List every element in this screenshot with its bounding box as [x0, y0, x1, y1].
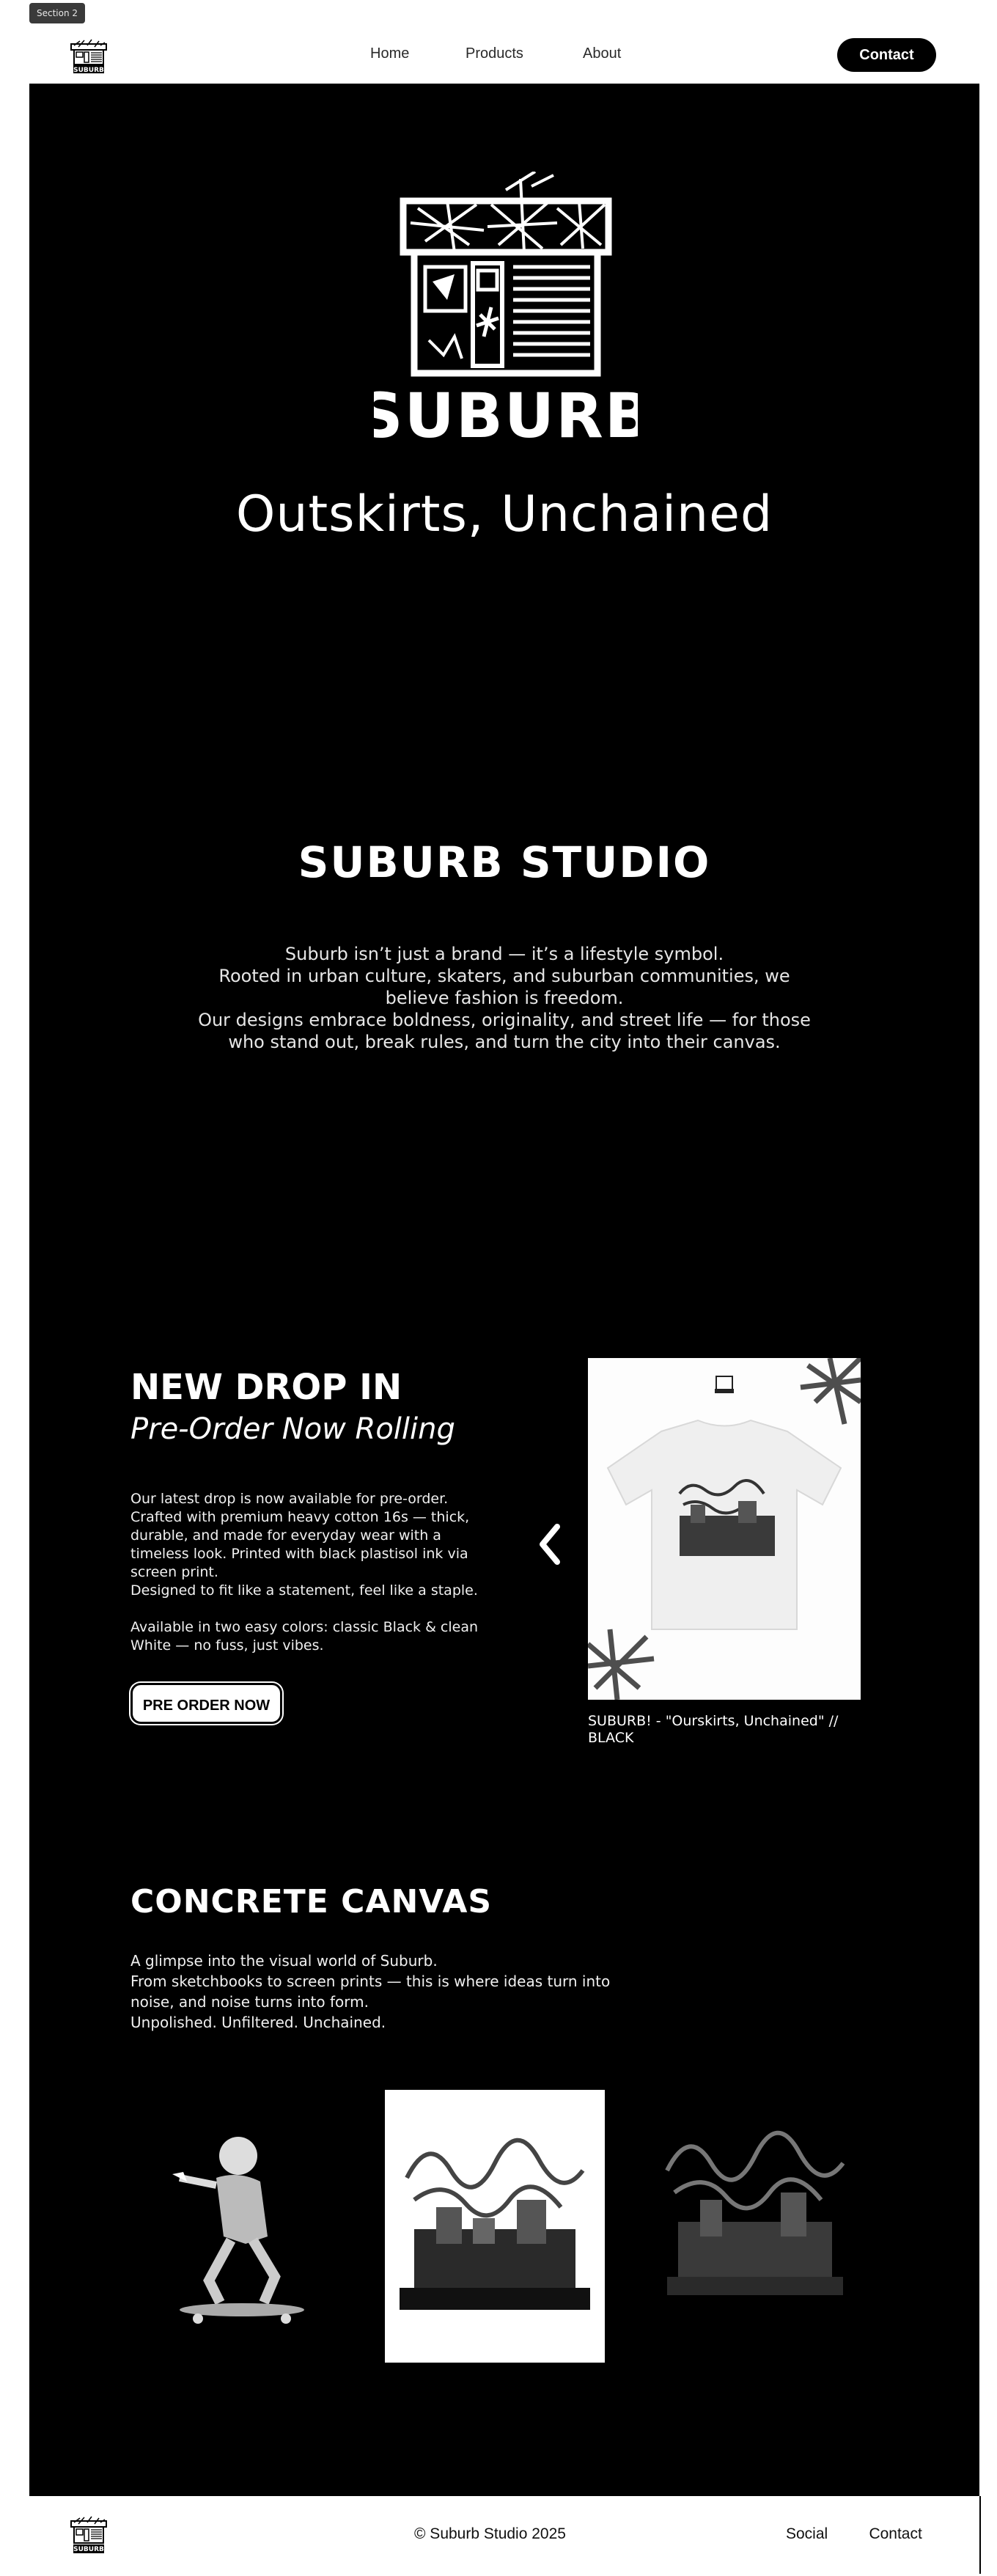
chevron-left-icon[interactable] [535, 1521, 564, 1568]
footer-logo[interactable]: SUBURB [70, 2515, 108, 2555]
hero-tagline: Outskirts, Unchained [235, 485, 773, 543]
drop-description: Our latest drop is now available for pre… [130, 1490, 490, 1655]
svg-text:SUBURB: SUBURB [73, 67, 104, 74]
drop-line: durable, and made for everyday wear with… [130, 1527, 441, 1544]
gallery-image-print-dark[interactable] [645, 2090, 865, 2363]
drop-line: Our latest drop is now available for pre… [130, 1491, 449, 1507]
hero-logo: SUBURB [358, 170, 652, 465]
hero-logo-text: SUBURB [374, 380, 638, 452]
svg-text:SUBURB: SUBURB [73, 2546, 104, 2553]
drop-line: Designed to fit like a statement, feel l… [130, 1582, 478, 1599]
studio-line: who stand out, break rules, and turn the… [228, 1032, 781, 1052]
studio-line: Our designs embrace boldness, originalit… [198, 1010, 811, 1030]
drop-title: NEW DROP IN [130, 1367, 402, 1408]
main-content: SUBURB Outskirts, Unchained SUBURB STUDI… [29, 84, 979, 2496]
nav-links: Home Products About [370, 45, 621, 62]
copyright-text: © Suburb Studio 2025 [414, 2525, 566, 2542]
studio-description: Suburb isn’t just a brand — it’s a lifes… [183, 943, 825, 1053]
drop-line: Crafted with premium heavy cotton 16s — … [130, 1509, 470, 1525]
drop-line: Available in two easy colors: classic Bl… [130, 1619, 479, 1635]
section-tag: Section 2 [29, 3, 86, 23]
canvas-title: CONCRETE CANVAS [130, 1883, 493, 1920]
pre-order-button[interactable]: PRE ORDER NOW [130, 1683, 282, 1724]
drop-line: screen print. [130, 1564, 218, 1580]
nav-about-link[interactable]: About [583, 45, 621, 62]
drop-line: timeless look. Printed with black plasti… [130, 1546, 468, 1562]
footer-links: Social Contact [786, 2525, 922, 2543]
product-image[interactable] [588, 1358, 861, 1700]
canvas-line: From sketchbooks to screen prints — this… [130, 1973, 611, 1990]
product-caption: SUBURB! - "Ourskirts, Unchained" // BLAC… [588, 1713, 839, 1746]
studio-line: Rooted in urban culture, skaters, and su… [218, 966, 790, 986]
footer: SUBURB © Suburb Studio 2025 Social Conta… [0, 2496, 997, 2576]
studio-title: SUBURB STUDIO [298, 837, 711, 887]
drop-line: White — no fuss, just vibes. [130, 1637, 324, 1654]
studio-line: Suburb isn’t just a brand — it’s a lifes… [284, 944, 724, 964]
canvas-line: Unpolished. Unfiltered. Unchained. [130, 2014, 386, 2031]
canvas-description: A glimpse into the visual world of Subur… [130, 1951, 614, 2033]
top-nav: SUBURB Home Products About Contact [0, 28, 997, 84]
canvas-line: A glimpse into the visual world of Subur… [130, 1952, 438, 1970]
footer-contact-link[interactable]: Contact [869, 2525, 921, 2543]
nav-logo[interactable]: SUBURB [70, 38, 108, 75]
contact-button[interactable]: Contact [837, 38, 936, 72]
nav-products-link[interactable]: Products [466, 45, 583, 62]
gallery-image-skater[interactable] [128, 2090, 348, 2363]
nav-home-link[interactable]: Home [370, 45, 466, 62]
gallery-image-print-white[interactable] [385, 2090, 605, 2363]
footer-social-link[interactable]: Social [786, 2525, 866, 2543]
page-edge-divider [979, 2496, 981, 2574]
studio-line: believe fashion is freedom. [385, 988, 624, 1008]
canvas-line: noise, and noise turns into form. [130, 1993, 369, 2011]
drop-subtitle: Pre-Order Now Rolling [130, 1412, 455, 1446]
